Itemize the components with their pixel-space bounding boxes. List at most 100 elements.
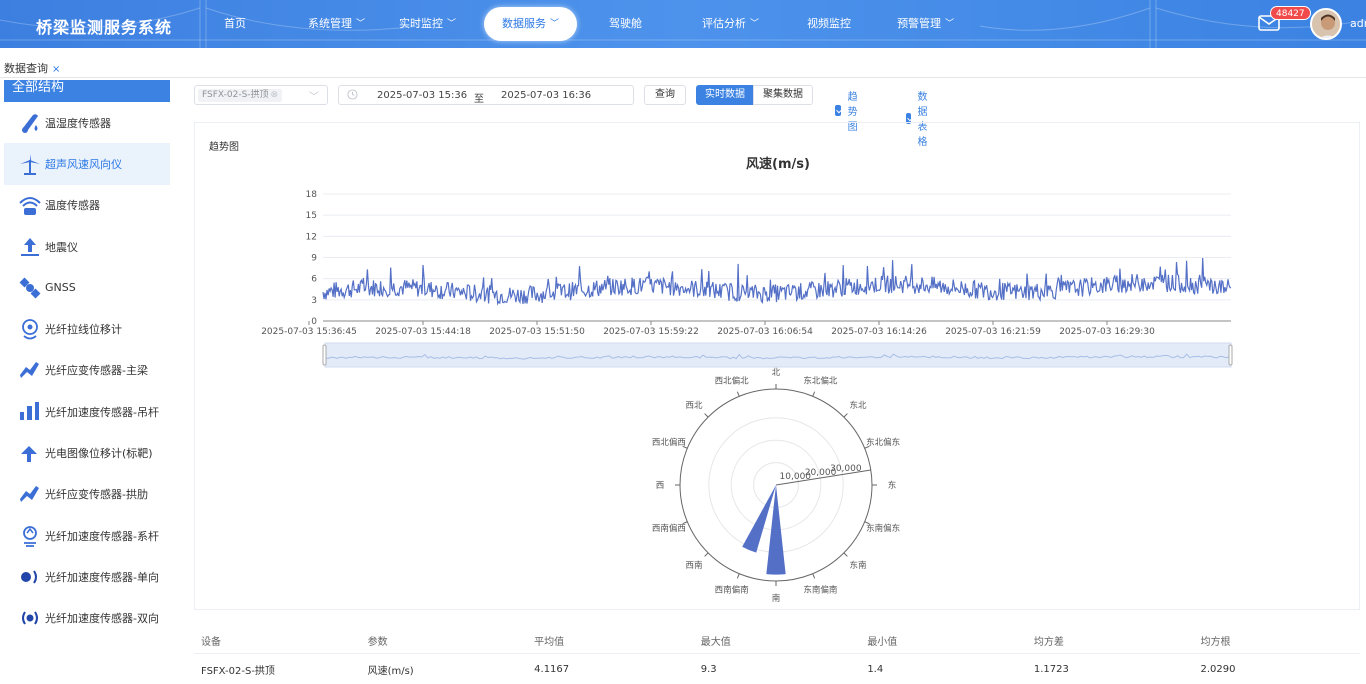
- sidebar-item-6[interactable]: 光纤应变传感器-主梁: [4, 350, 170, 391]
- realtime-data-button[interactable]: 实时数据: [696, 85, 754, 105]
- table-cell: 风速(m/s): [367, 665, 414, 677]
- y-tick-label: 18: [306, 190, 318, 200]
- y-tick-label: 9: [311, 254, 317, 264]
- sidebar-item-label: 光纤拉线位移计: [45, 323, 122, 337]
- app-title: 桥梁监测服务系统: [36, 18, 173, 37]
- direction-label: 东北偏东: [866, 437, 900, 448]
- tag-close-icon[interactable]: ⊗: [271, 90, 279, 100]
- sidebar-item-7[interactable]: 光纤加速度传感器-吊杆: [4, 391, 170, 432]
- chevron-down-icon: ﹀: [750, 19, 760, 29]
- direction-label: 南: [772, 593, 781, 604]
- clock-icon: [347, 89, 358, 100]
- chart-panel: 趋势图 风速(m/s) 0 3 6 9 12 15 18 2025-07-03 15:36:4…: [194, 122, 1360, 610]
- sidebar: 全部结构 温湿度传感器超声风速风向仪 温度传感器地震仪 GNSS 光纤拉线位移计光纤应…: [4, 80, 170, 680]
- sidebar-item-3[interactable]: 地震仪: [4, 226, 170, 267]
- device-select[interactable]: FSFX-02-S-拱顶 ⊗ ﹀: [194, 85, 328, 105]
- sidebar-item-label: 光纤应变传感器-主梁: [45, 364, 148, 378]
- datazoom-handle-right: [1228, 344, 1233, 366]
- nav-label: 首页: [224, 17, 246, 30]
- sidebar-item-label: 温度传感器: [45, 199, 100, 213]
- start-date[interactable]: 2025-07-03 15:36: [377, 90, 467, 101]
- polar-tick: [843, 552, 848, 557]
- satellite-icon: [18, 276, 42, 300]
- sidebar-item-5[interactable]: 光纤拉线位移计: [4, 308, 170, 349]
- nav-item-3[interactable]: 数据服务 ﹀: [484, 7, 578, 41]
- nav-item-6[interactable]: 视频监控: [797, 7, 861, 41]
- tab-data-query[interactable]: 数据查询 ×: [4, 60, 60, 76]
- nav-item-5[interactable]: 评估分析 ﹀: [692, 7, 769, 41]
- direction-label: 西南偏西: [652, 523, 686, 534]
- statistics-table: 设备 参数 平均值 最大值 最小值 均方差 均方根 FSFX-02-S-拱顶 风速(m/s) 4…: [194, 628, 1360, 684]
- direction-label: 北: [772, 368, 781, 378]
- nav-label: 实时监控: [399, 17, 444, 30]
- sidebar-item-4[interactable]: GNSS: [4, 267, 170, 308]
- direction-label: 东北: [850, 400, 868, 411]
- sidebar-item-10[interactable]: 光纤加速度传感器-系杆: [4, 515, 170, 556]
- displacement-icon: [18, 317, 42, 341]
- date-range-picker[interactable]: 2025-07-03 15:36 至 2025-07-03 16:36: [338, 85, 634, 105]
- aggregate-data-button[interactable]: 聚集数据: [753, 85, 813, 105]
- direction-label: 西北: [685, 401, 703, 411]
- sidebar-item-0[interactable]: 温湿度传感器: [4, 102, 170, 143]
- nav-label: 系统管理: [308, 17, 352, 30]
- table-cell: 4.1167: [534, 663, 570, 675]
- end-date[interactable]: 2025-07-03 16:36: [501, 90, 591, 101]
- table-cell: 2.0290: [1200, 663, 1236, 675]
- sidebar-item-label: 超声风速风向仪: [45, 157, 122, 171]
- sidebar-item-8[interactable]: 光电图像位移计(标靶): [4, 432, 170, 473]
- user-avatar[interactable]: [1310, 8, 1342, 40]
- sidebar-item-9[interactable]: 光纤应变传感器-拱肋: [4, 474, 170, 515]
- wind-speed-series: [322, 257, 1232, 306]
- sidebar-heading: 全部结构: [4, 80, 170, 102]
- direction-label: 西: [656, 481, 665, 491]
- table-header-cell: 最大值: [700, 637, 731, 648]
- nav-label: 数据服务: [502, 17, 547, 30]
- sidebar-item-label: 光纤加速度传感器-吊杆: [45, 405, 159, 419]
- table-header-cell: 参数: [367, 637, 388, 648]
- x-tick-label: 2025-07-03 16:21:59: [945, 327, 1041, 337]
- radial-tick-label: 30,000: [830, 464, 862, 474]
- nav-label: 视频监控: [807, 17, 852, 30]
- accelerometer-bars-icon: [18, 400, 42, 424]
- sidebar-item-2[interactable]: 温度传感器: [4, 185, 170, 226]
- chevron-down-icon: ﹀: [356, 19, 366, 29]
- direction-label: 东南偏东: [866, 523, 900, 534]
- table-cell: FSFX-02-S-拱顶: [201, 665, 275, 677]
- user-name[interactable]: admin: [1350, 17, 1366, 30]
- table-cell: 1.1723: [1033, 663, 1069, 675]
- sidebar-item-11[interactable]: 光纤加速度传感器-单向: [4, 556, 170, 597]
- sidebar-item-label: 光纤加速度传感器-单向: [45, 570, 159, 584]
- polar-tick: [736, 573, 740, 579]
- nav-item-1[interactable]: 系统管理 ﹀: [298, 7, 375, 41]
- direction-label: 西南偏南: [715, 584, 749, 595]
- nav-item-0[interactable]: 首页: [190, 7, 280, 41]
- close-icon[interactable]: ×: [52, 64, 60, 75]
- nav-item-2[interactable]: 实时监控 ﹀: [389, 7, 466, 41]
- nav-item-4[interactable]: 驾驶舱: [599, 7, 652, 41]
- table-header-cell: 平均值: [534, 637, 565, 648]
- nav-label: 预警管理: [897, 17, 942, 30]
- tab-bar: 数据查询 ×: [0, 54, 1366, 78]
- x-tick-label: 2025-07-03 16:29:30: [1059, 327, 1155, 337]
- x-tick-label: 2025-07-03 15:51:50: [489, 327, 585, 337]
- sidebar-item-label: 光电图像位移计(标靶): [45, 447, 153, 461]
- wind-speed-chart: 0 3 6 9 12 15 18 2025-07-03 15:36:45 2025-07-03 …: [261, 190, 1233, 604]
- notification-badge[interactable]: 48427: [1270, 6, 1311, 20]
- table-header-cell: 均方根: [1200, 637, 1231, 648]
- checkbox-checked-icon: [835, 105, 841, 116]
- table-header: 设备 参数 平均值 最大值 最小值 均方差 均方根: [194, 628, 1360, 654]
- query-button[interactable]: 查询: [644, 85, 686, 105]
- polar-tick: [812, 391, 816, 397]
- chevron-down-icon: ﹀: [945, 19, 955, 29]
- sidebar-item-label: 光纤加速度传感器-双向: [45, 612, 159, 626]
- table-cell: 1.4: [867, 663, 884, 675]
- table-header-cell: 均方差: [1033, 637, 1064, 648]
- sidebar-item-1[interactable]: 超声风速风向仪: [4, 143, 170, 185]
- y-tick-label: 12: [306, 232, 317, 242]
- direction-label: 西南: [685, 560, 702, 571]
- x-tick-label: 2025-07-03 16:06:54: [717, 327, 813, 337]
- direction-label: 东: [888, 480, 897, 491]
- nav-item-7[interactable]: 预警管理 ﹀: [887, 7, 964, 41]
- sidebar-item-12[interactable]: 光纤加速度传感器-双向: [4, 598, 170, 639]
- direction-label: 东南偏南: [803, 584, 837, 595]
